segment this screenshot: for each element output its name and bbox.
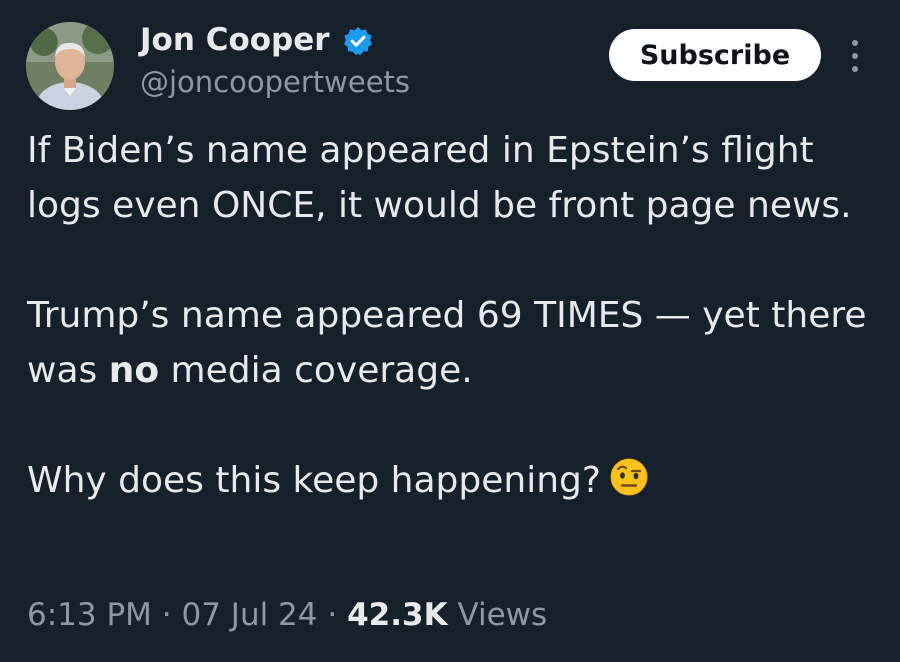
tweet-bold-word: no bbox=[108, 350, 160, 391]
tweet-time[interactable]: 6:13 PM bbox=[27, 597, 152, 633]
tweet-paragraph-3: Why does this keep happening? bbox=[27, 453, 877, 508]
meta-separator: · bbox=[161, 597, 172, 633]
views-count: 42.3K bbox=[347, 597, 448, 633]
tweet-meta: 6:13 PM · 07 Jul 24 · 42.3K Views bbox=[27, 595, 547, 635]
author-handle[interactable]: @joncoopertweets bbox=[140, 63, 410, 101]
tweet: Jon Cooper @joncoopertweets Subscribe If… bbox=[0, 0, 900, 662]
raised-eyebrow-face-icon bbox=[610, 458, 648, 496]
tweet-paragraph-2-end: media coverage. bbox=[159, 350, 473, 391]
views-label: Views bbox=[457, 597, 548, 633]
profile-photo-icon bbox=[26, 22, 114, 110]
avatar[interactable] bbox=[26, 22, 114, 110]
verified-badge-icon bbox=[344, 27, 372, 55]
author-display-name[interactable]: Jon Cooper bbox=[140, 20, 330, 60]
tweet-text: If Biden’s name appeared in Epstein’s fl… bbox=[27, 123, 877, 508]
tweet-date[interactable]: 07 Jul 24 bbox=[182, 597, 318, 633]
tweet-paragraph-2: Trump’s name appeared 69 TIMES — yet the… bbox=[27, 288, 877, 398]
meta-separator: · bbox=[327, 597, 338, 633]
more-options-icon[interactable] bbox=[847, 38, 863, 74]
subscribe-button[interactable]: Subscribe bbox=[609, 29, 821, 81]
tweet-paragraph-3-text: Why does this keep happening? bbox=[27, 460, 601, 501]
tweet-paragraph-1: If Biden’s name appeared in Epstein’s fl… bbox=[27, 130, 852, 226]
